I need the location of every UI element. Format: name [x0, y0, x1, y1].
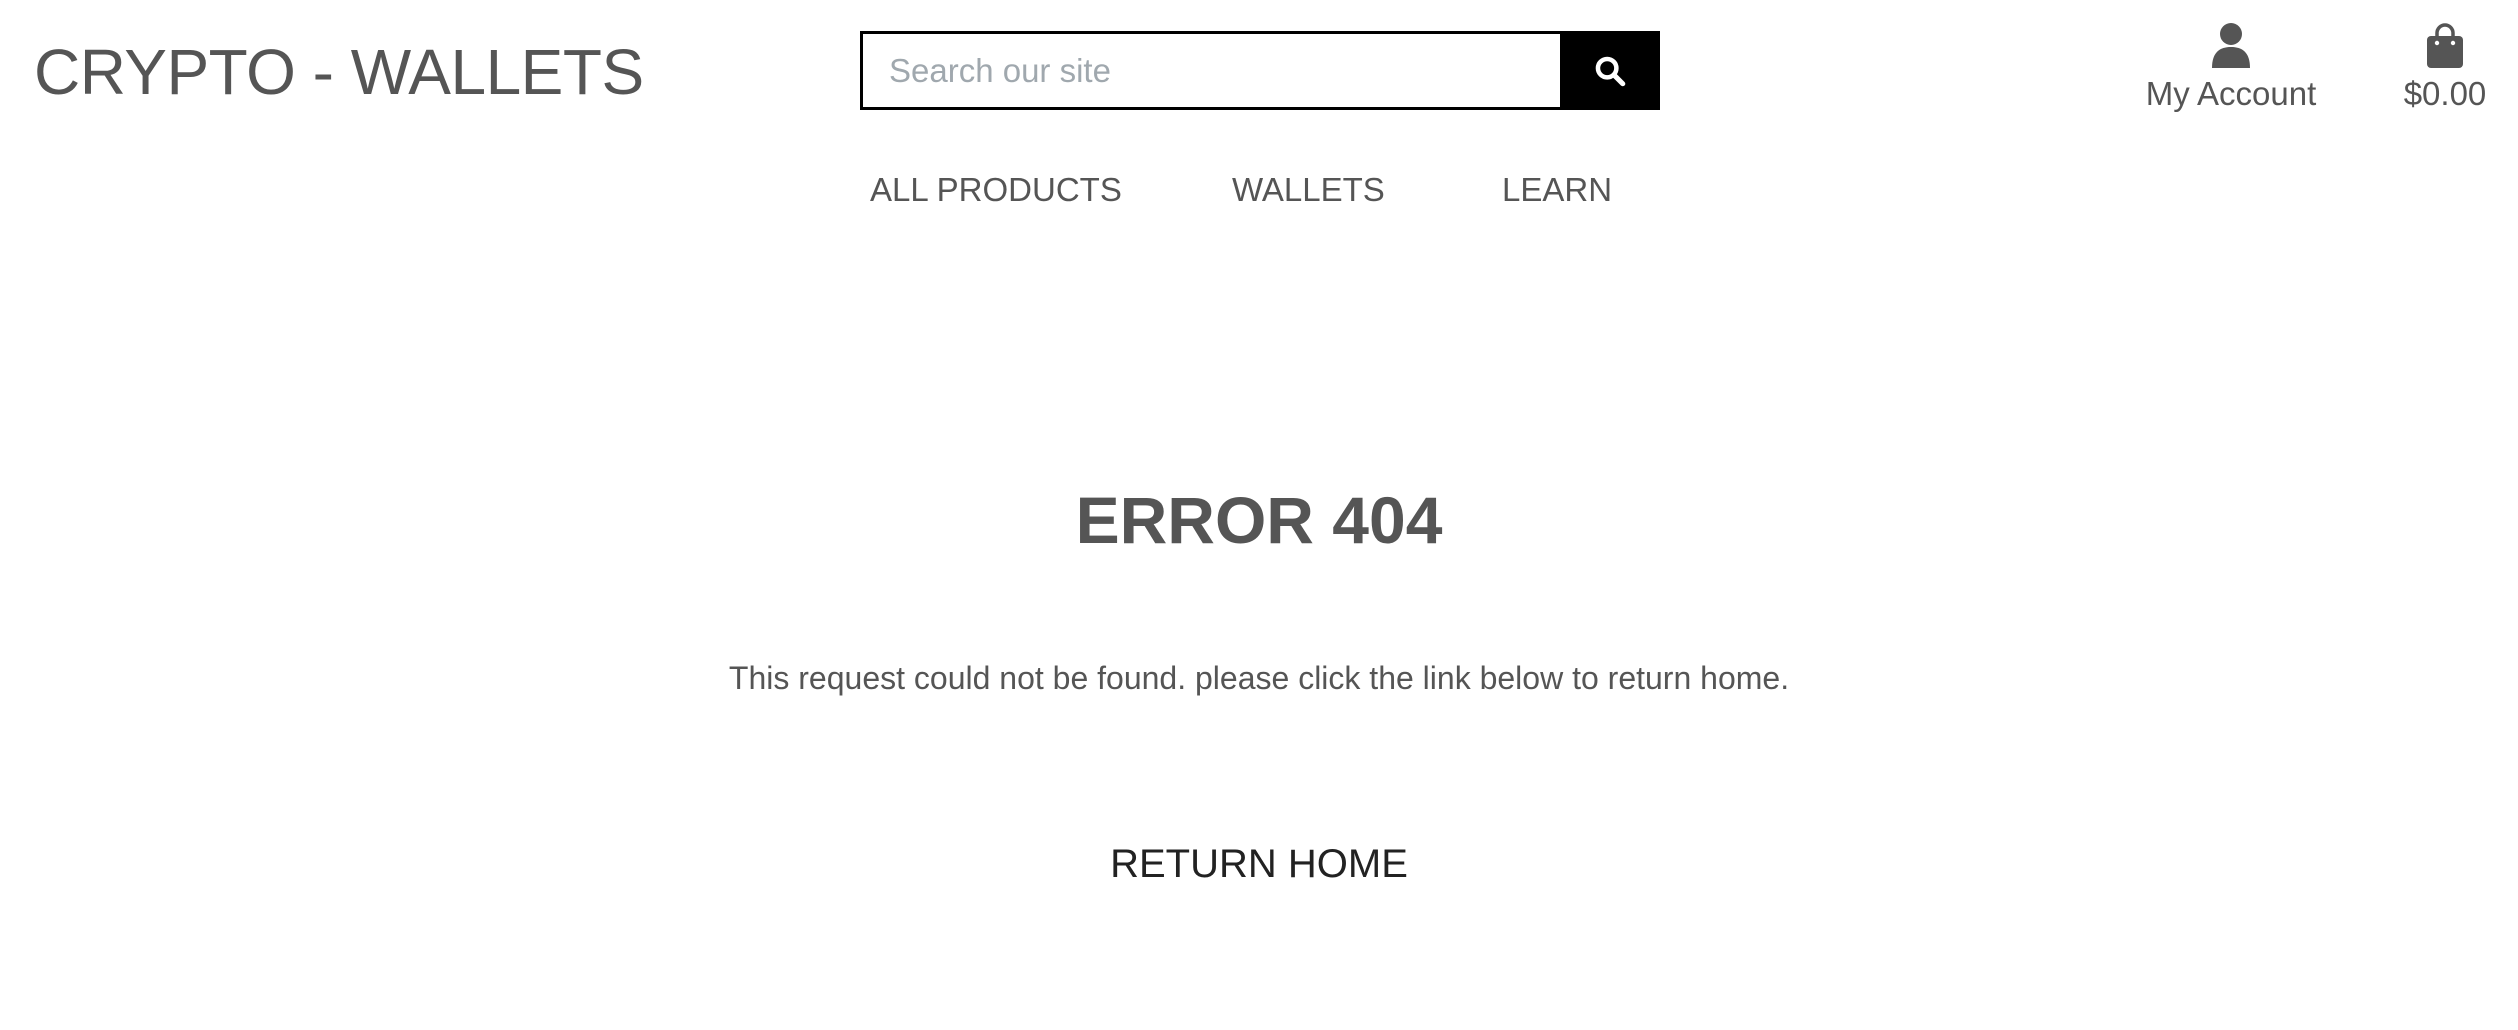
nav-item-learn[interactable]: LEARN [1502, 165, 1612, 215]
user-icon [2211, 20, 2251, 68]
search-input[interactable] [860, 31, 1560, 110]
bag-total: $0.00 [2403, 75, 2487, 112]
page-title: ERROR 404 [1075, 483, 1443, 557]
return-home-container: RETURN HOME [0, 836, 2518, 892]
site-logo[interactable]: CRYPTO - WALLETS [34, 30, 644, 114]
main-nav: ALL PRODUCTS WALLETS LEARN [0, 165, 2518, 215]
my-account-label: My Account [2145, 75, 2317, 112]
shopping-bag-link[interactable]: $0.00 [2390, 20, 2500, 115]
nav-item-all-products[interactable]: ALL PRODUCTS [870, 165, 1122, 215]
nav-item-wallets[interactable]: WALLETS [1232, 165, 1385, 215]
search-button[interactable] [1560, 31, 1660, 110]
error-message: This request could not be found. please … [728, 660, 1790, 696]
shopping-bag-icon [2425, 20, 2465, 68]
return-home-link[interactable]: RETURN HOME [1110, 842, 1408, 886]
page: CRYPTO - WALLETS My Account [0, 0, 2518, 1030]
search-form [860, 31, 1660, 110]
my-account-link[interactable]: My Account [2136, 20, 2326, 115]
search-icon [1595, 56, 1626, 86]
